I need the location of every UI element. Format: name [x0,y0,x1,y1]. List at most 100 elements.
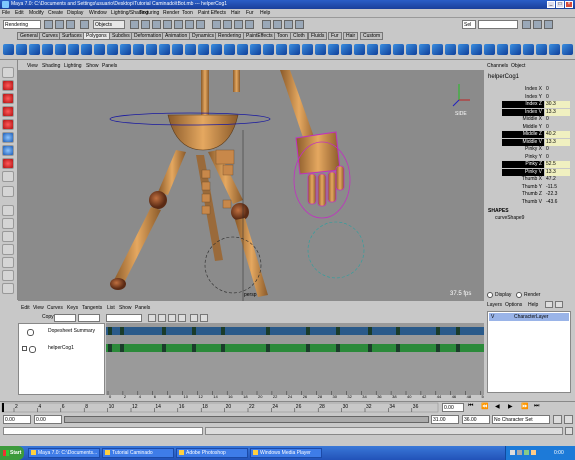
channel-value[interactable]: 13.3 [545,168,570,176]
poly-cube-icon[interactable] [16,44,27,55]
tray-icon-2[interactable] [517,450,522,455]
objects-field[interactable]: Objects [93,20,125,29]
task-photoshop[interactable]: Adobe Photoshop [176,448,248,458]
snap-plane-icon[interactable] [245,20,254,29]
go-end-icon[interactable]: ⏭ [534,403,539,410]
poly-split-icon[interactable] [302,44,313,55]
poly-soften-icon[interactable] [471,44,482,55]
poly-cut-icon[interactable] [562,44,573,55]
select-hierarchy-icon[interactable] [80,20,89,29]
channel-row[interactable]: Middle Y0 [485,124,575,131]
object-key[interactable] [368,344,372,352]
channel-value[interactable]: 0 [545,154,570,161]
channel-value[interactable]: 0 [545,86,570,93]
layout-graph-icon[interactable] [2,270,14,281]
summary-key[interactable] [192,327,196,335]
channel-value[interactable]: 0 [545,124,570,131]
dopesheet-tracks[interactable]: 0 2 4 6 8 10 12 14 16 18 20 22 24 26 28 30 32 34 36 38 40 42 4… [106,303,484,399]
summary-key[interactable] [336,327,340,335]
poly-helix-icon[interactable] [120,44,131,55]
tray-icon-3[interactable] [524,450,529,455]
folder-icon[interactable] [44,20,53,29]
move-tool-icon[interactable] [2,106,14,117]
layer-visibility-toggle[interactable]: V [491,313,494,321]
poly-append-icon[interactable] [289,44,300,55]
poly-cleanup-icon[interactable] [419,44,430,55]
poly-prism-icon[interactable] [81,44,92,55]
mask-icon-6[interactable] [185,20,194,29]
channel-value[interactable]: 30.3 [545,101,570,108]
shelf-tab-fluids[interactable]: Fluids [308,32,328,40]
channel-row[interactable]: Pinky Y0 [485,154,575,161]
channel-name[interactable]: Index Z [502,101,544,108]
object-key[interactable] [120,344,124,352]
ds-menu-edit[interactable]: Edit [21,305,30,312]
channel-name[interactable]: Middle X [523,116,542,123]
range-slider-bar[interactable] [64,416,429,423]
layer-menu-options[interactable]: Options [505,301,522,309]
menu-modify[interactable]: Modify [29,9,44,17]
render-frame-icon[interactable] [273,20,282,29]
manipulator-tool-icon[interactable] [2,145,14,156]
shelf-tab-polygons[interactable]: Polygons [83,32,110,40]
view-cube-icon[interactable]: SIDE [452,84,470,117]
poly-chamfer-icon[interactable] [393,44,404,55]
step-forward-icon[interactable]: ⏩ [521,403,528,410]
summary-key[interactable] [436,327,440,335]
channel-row[interactable]: Thumb Y -11.5 [485,184,575,191]
object-key[interactable] [266,344,270,352]
summary-key[interactable] [456,327,460,335]
step-back-icon[interactable]: ⏪ [481,403,488,410]
mask-icon-4[interactable] [163,20,172,29]
menu-display[interactable]: Display [67,9,83,17]
copy-field-1[interactable] [54,314,76,322]
channel-value[interactable]: 0 [545,94,570,101]
layout-four-icon[interactable] [2,218,14,229]
shelf-tab-animation[interactable]: Animation [162,32,191,40]
menu-file[interactable]: File [2,9,10,17]
shelf-tab-rendering[interactable]: Rendering [215,32,245,40]
poly-insert-edge-icon[interactable] [315,44,326,55]
summary-key[interactable] [368,327,372,335]
poly-normals-icon[interactable] [458,44,469,55]
poly-poke-icon[interactable] [380,44,391,55]
poly-merge-icon[interactable] [341,44,352,55]
character-set-select[interactable]: No Character Set [492,415,550,424]
helper-cog-row-label[interactable]: helperCog1 [48,344,74,352]
channel-name[interactable]: Thumb V [522,199,542,206]
minimize-button[interactable]: _ [547,1,555,8]
object-key[interactable] [108,344,112,352]
poly-color-icon[interactable] [497,44,508,55]
poly-reverse-icon[interactable] [510,44,521,55]
history-icon[interactable] [262,20,271,29]
channel-row[interactable]: Pinky Z 52.5 [485,161,575,168]
mask-icon-5[interactable] [174,20,183,29]
layout-stack-icon[interactable] [2,244,14,255]
selection-field[interactable]: Sel [462,20,476,29]
menu-window[interactable]: Window [89,9,107,17]
layout-hypershade-icon[interactable] [2,283,14,294]
last-tool-icon[interactable] [2,186,14,197]
playback-end-field[interactable]: 31.00 [431,415,459,424]
channel-name[interactable]: Middle V [502,138,544,146]
scale-tool-icon[interactable] [2,132,14,143]
poly-torus-icon[interactable] [68,44,79,55]
ds-menu-view[interactable]: View [33,305,44,312]
object-key[interactable] [456,344,460,352]
render-globals-icon[interactable] [295,20,304,29]
poly-bevel-icon[interactable] [328,44,339,55]
vp-menu-lighting[interactable]: Lighting [64,62,82,70]
channel-row[interactable]: Pinky V 13.3 [485,168,575,176]
maximize-button[interactable]: □ [556,1,564,8]
object-key[interactable] [336,344,340,352]
poly-harden-icon[interactable] [484,44,495,55]
time-slider[interactable]: 2 4 6 8 10 12 14 16 18 20 22 24 26 28 30 32 34 36 0.00 ⏮ … [0,401,575,413]
poly-extrude-face-icon[interactable] [250,44,261,55]
shelf-tab-subdivs[interactable]: Subdivs [109,32,133,40]
animation-prefs-icon[interactable] [564,415,573,424]
poly-extract-icon[interactable] [159,44,170,55]
channel-row[interactable]: Index Z 30.3 [485,101,575,108]
show-attribute-editor-icon[interactable] [522,20,531,29]
time-slider-ruler[interactable]: 2 4 6 8 10 12 14 16 18 20 22 24 26 28 30 32 34 36 [0,402,440,413]
channel-name[interactable]: Middle Z [502,131,544,138]
